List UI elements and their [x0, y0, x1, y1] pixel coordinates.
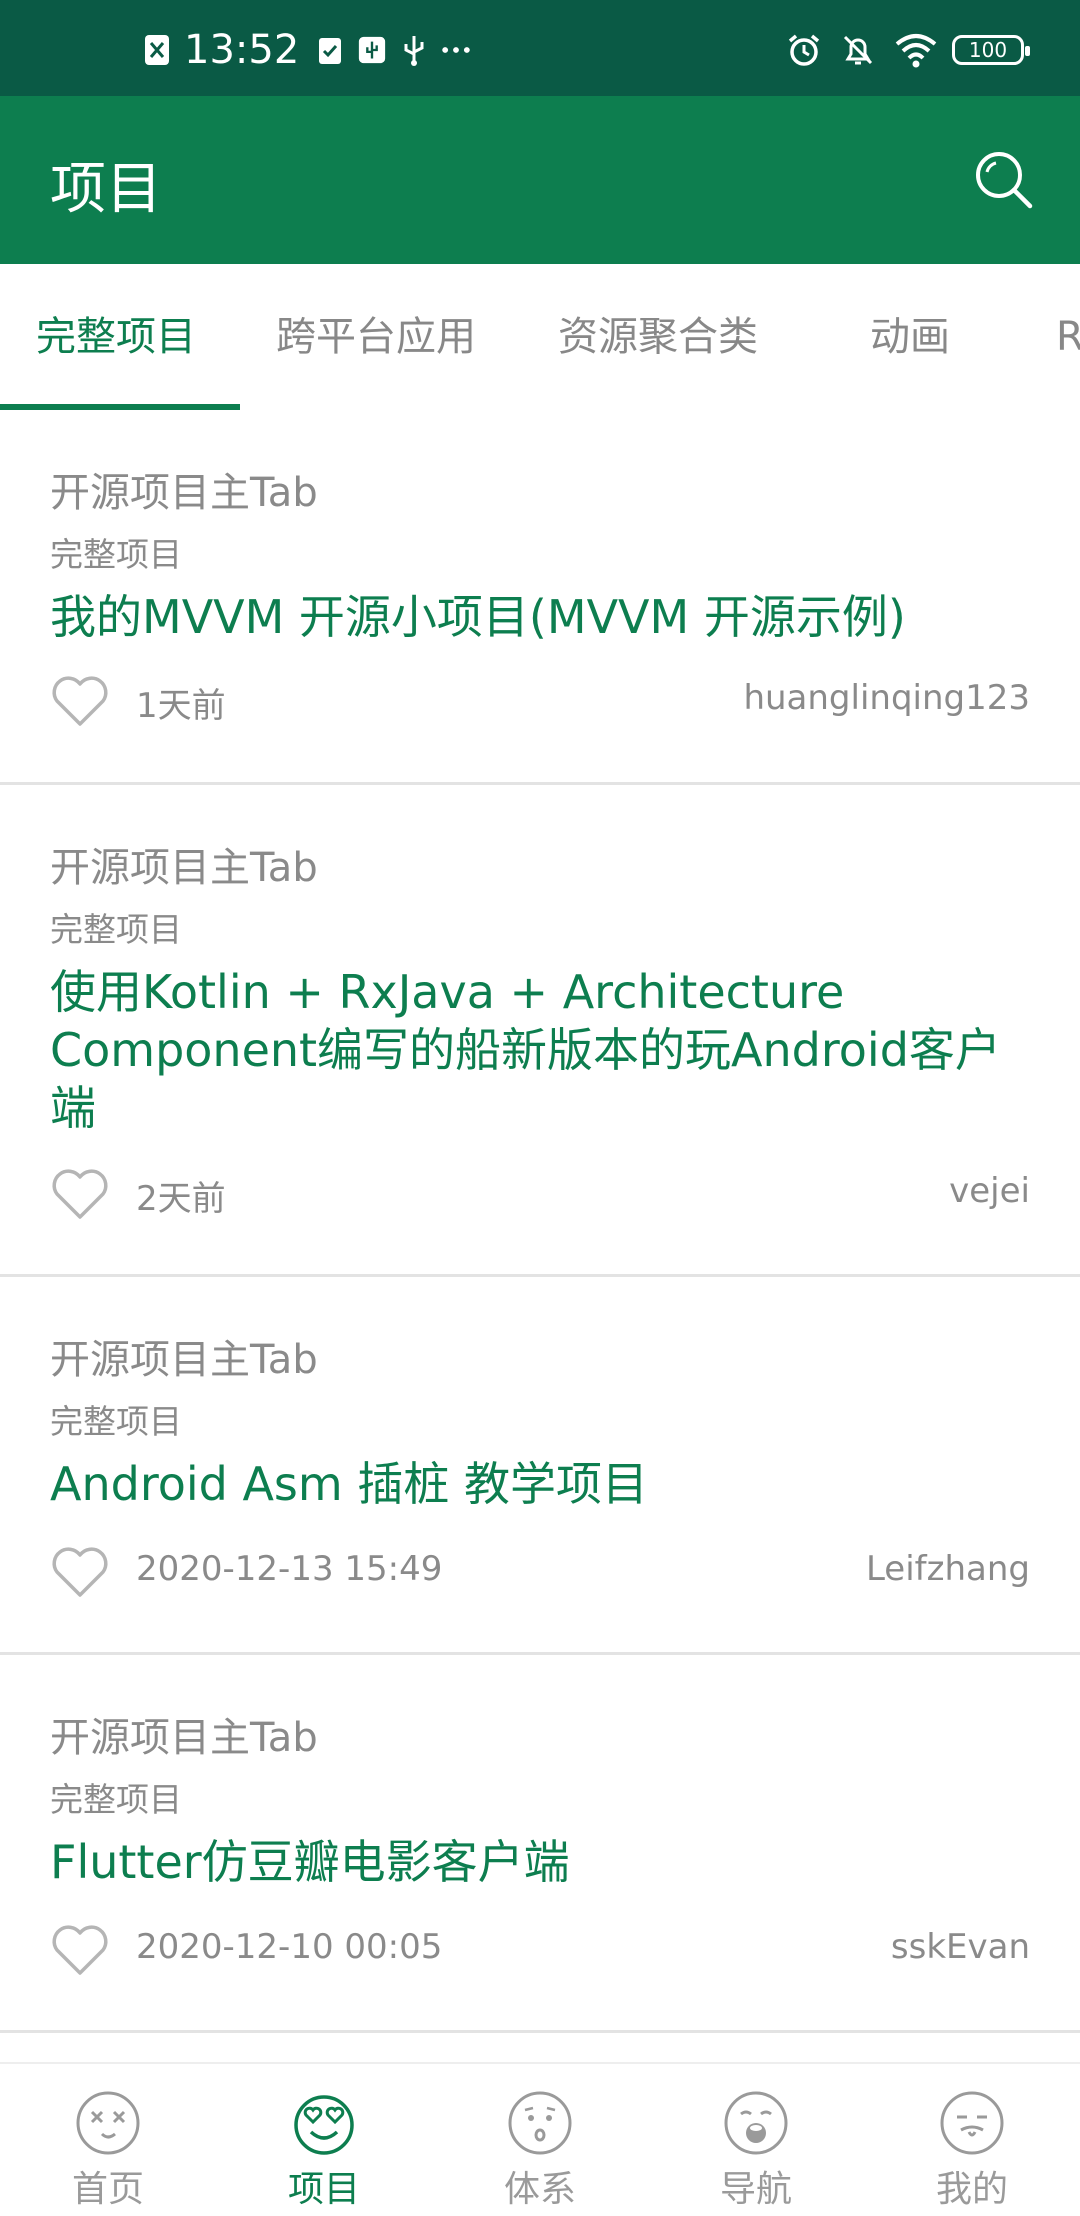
sim-card-x-icon: [142, 32, 172, 68]
nav-home[interactable]: 首页: [0, 2064, 216, 2216]
favorite-heart-icon[interactable]: [50, 1165, 110, 1221]
face-love-icon: [294, 2095, 354, 2155]
super-chapter-label: 完整项目: [50, 1780, 182, 1819]
nav-label: 导航: [719, 2169, 792, 2210]
article-card[interactable]: 开源项目主Tab 完整项目 Android Asm 插桩 教学项目 2020-1…: [0, 1277, 1080, 1655]
nav-projects[interactable]: 项目: [216, 2064, 432, 2216]
nav-label: 我的: [935, 2169, 1008, 2210]
article-title[interactable]: Flutter仿豆瓣电影客户端: [50, 1833, 1040, 1891]
favorite-heart-icon[interactable]: [50, 672, 110, 728]
battery-icon: 100: [952, 35, 1030, 65]
face-smirk-icon: [940, 2091, 1004, 2155]
clipboard-check-icon: [315, 32, 345, 68]
nav-label: 首页: [71, 2169, 144, 2210]
article-author: sskEvan: [890, 1927, 1030, 1967]
nav-system[interactable]: 体系: [432, 2064, 648, 2216]
face-open-mouth-icon: [724, 2091, 788, 2155]
article-date: 2天前: [136, 1179, 226, 1219]
article-card[interactable]: 开源项目主Tab 完整项目 Flutter仿豆瓣电影客户端 2020-12-10…: [0, 1655, 1080, 2033]
article-author: Leifzhang: [865, 1549, 1030, 1589]
status-right-group: 100: [768, 30, 1030, 70]
tab-resource-aggregation[interactable]: 资源聚合类: [558, 264, 758, 410]
chapter-label: 开源项目主Tab: [50, 845, 318, 891]
article-title[interactable]: Android Asm 插桩 教学项目: [50, 1455, 1040, 1513]
article-title[interactable]: 使用Kotlin + RxJava + Architecture Compone…: [50, 963, 1040, 1137]
nav-navigation[interactable]: 导航: [648, 2064, 864, 2216]
tab-more[interactable]: R: [1056, 264, 1080, 410]
super-chapter-label: 完整项目: [50, 535, 182, 574]
tab-complete-projects[interactable]: 完整项目: [36, 264, 196, 410]
nav-label: 项目: [287, 2169, 360, 2210]
wifi-icon: [894, 32, 938, 68]
article-title[interactable]: 我的MVVM 开源小项目(MVVM 开源示例): [50, 588, 1040, 646]
status-left-group: 13:52: [142, 27, 483, 73]
status-time: 13:52: [184, 27, 300, 73]
usb-icon: [399, 32, 429, 68]
chapter-label: 开源项目主Tab: [50, 1715, 318, 1761]
article-card[interactable]: 开源项目主Tab 完整项目 使用Kotlin + RxJava + Archit…: [0, 785, 1080, 1277]
more-dots-icon: [441, 32, 471, 68]
bottom-navigation: 首页 项目 体系 导航 我的: [0, 2062, 1080, 2214]
usb-debug-icon: [357, 32, 387, 68]
nav-label: 体系: [503, 2169, 576, 2210]
article-date: 1天前: [136, 686, 226, 726]
article-date: 2020-12-13 15:49: [136, 1549, 443, 1589]
alarm-icon: [786, 32, 822, 68]
face-dizzy-icon: [76, 2091, 140, 2155]
article-author: huanglinqing123: [743, 678, 1030, 718]
super-chapter-label: 完整项目: [50, 910, 182, 949]
favorite-heart-icon[interactable]: [50, 1921, 110, 1977]
search-button[interactable]: [968, 144, 1040, 216]
status-bar: 13:52 100: [0, 0, 1080, 96]
chapter-label: 开源项目主Tab: [50, 1337, 318, 1383]
chapter-label: 开源项目主Tab: [50, 470, 318, 516]
tab-animation[interactable]: 动画: [870, 264, 950, 410]
bell-off-icon: [840, 32, 876, 68]
app-bar: 项目: [0, 96, 1080, 264]
article-list: 开源项目主Tab 完整项目 我的MVVM 开源小项目(MVVM 开源示例) 1天…: [0, 410, 1080, 2033]
favorite-heart-icon[interactable]: [50, 1543, 110, 1599]
article-date: 2020-12-10 00:05: [136, 1927, 443, 1967]
page-title: 项目: [50, 157, 162, 222]
super-chapter-label: 完整项目: [50, 1402, 182, 1441]
search-icon: [976, 152, 1033, 209]
tab-cross-platform[interactable]: 跨平台应用: [276, 264, 476, 410]
tab-bar: 完整项目 跨平台应用 资源聚合类 动画 R: [0, 264, 1080, 410]
article-card[interactable]: 开源项目主Tab 完整项目 我的MVVM 开源小项目(MVVM 开源示例) 1天…: [0, 410, 1080, 785]
nav-mine[interactable]: 我的: [864, 2064, 1080, 2216]
face-surprised-icon: [508, 2091, 572, 2155]
article-author: vejei: [949, 1171, 1030, 1211]
